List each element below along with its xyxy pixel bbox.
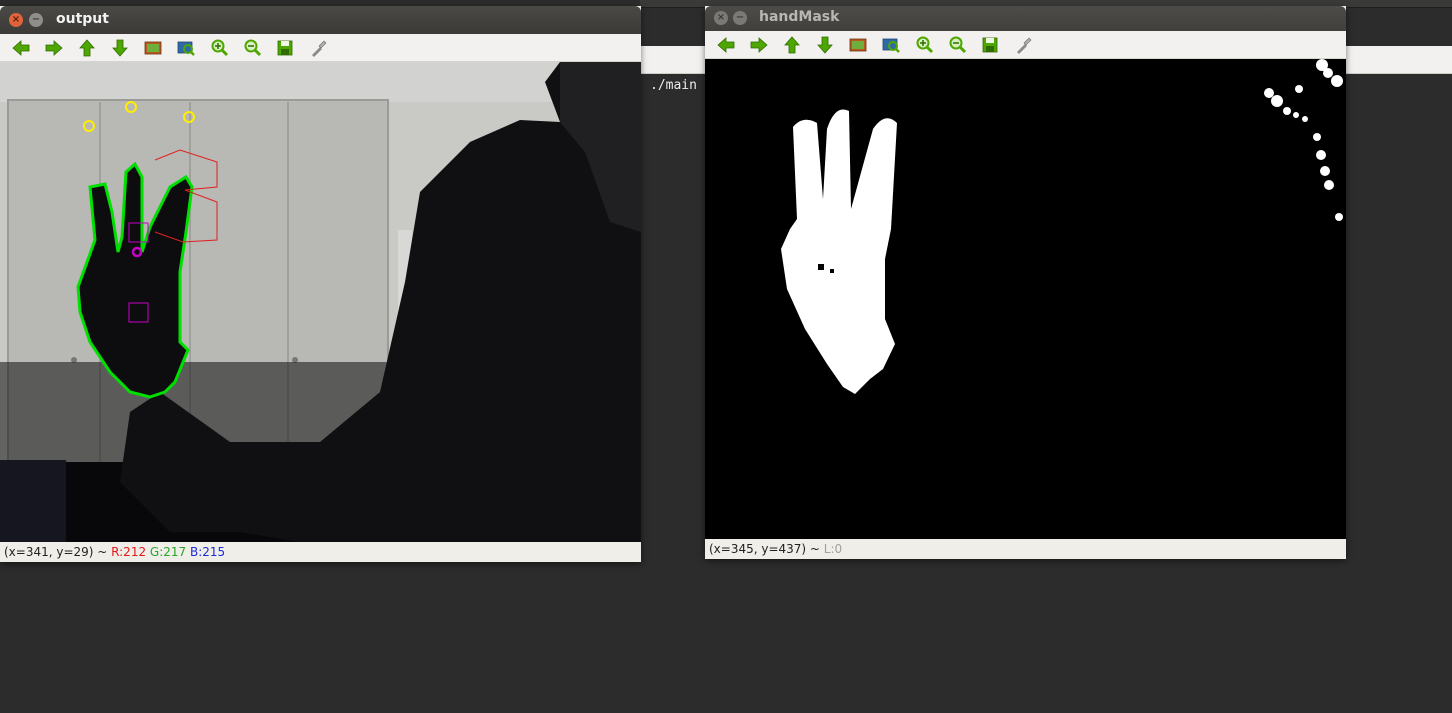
zoom-fit-icon[interactable] bbox=[173, 37, 199, 59]
arrow-up-icon[interactable] bbox=[779, 34, 805, 56]
terminal-command: ./main bbox=[650, 78, 697, 93]
window-title: handMask bbox=[759, 9, 840, 25]
output-image-canvas[interactable] bbox=[0, 62, 641, 542]
cursor-coords: (x=345, y=437) ~ bbox=[709, 542, 824, 556]
handmask-toolbar bbox=[705, 31, 1346, 59]
save-icon[interactable] bbox=[977, 34, 1003, 56]
zoom-out-icon[interactable] bbox=[944, 34, 970, 56]
green-value: G:217 bbox=[149, 545, 187, 559]
output-toolbar bbox=[0, 34, 641, 62]
minimize-icon[interactable]: − bbox=[733, 11, 747, 25]
handmask-titlebar[interactable]: × − handMask bbox=[705, 6, 1346, 31]
zoom-in-icon[interactable] bbox=[206, 37, 232, 59]
zoom-out-icon[interactable] bbox=[239, 37, 265, 59]
close-icon[interactable]: × bbox=[9, 13, 23, 27]
zoom-in-icon[interactable] bbox=[911, 34, 937, 56]
luminance-value: L:0 bbox=[823, 542, 843, 556]
output-titlebar[interactable]: × − output bbox=[0, 6, 641, 34]
arrow-right-icon[interactable] bbox=[41, 37, 67, 59]
image-icon[interactable] bbox=[845, 34, 871, 56]
red-value: R:212 bbox=[111, 545, 147, 559]
arrow-down-icon[interactable] bbox=[107, 37, 133, 59]
zoom-fit-icon[interactable] bbox=[878, 34, 904, 56]
output-window: × − output (x=341, y=29) ~ R:212 G:217 B… bbox=[0, 6, 641, 562]
arrow-left-icon[interactable] bbox=[8, 37, 34, 59]
arrow-left-icon[interactable] bbox=[713, 34, 739, 56]
camera-frame bbox=[0, 62, 641, 542]
blue-value: B:215 bbox=[190, 545, 226, 559]
close-icon[interactable]: × bbox=[714, 11, 728, 25]
window-title: output bbox=[56, 11, 109, 27]
properties-icon[interactable] bbox=[1010, 34, 1036, 56]
handmask-image-canvas[interactable] bbox=[705, 59, 1346, 539]
arrow-down-icon[interactable] bbox=[812, 34, 838, 56]
arrow-up-icon[interactable] bbox=[74, 37, 100, 59]
properties-icon[interactable] bbox=[305, 37, 331, 59]
binary-mask bbox=[705, 59, 1346, 539]
arrow-right-icon[interactable] bbox=[746, 34, 772, 56]
cursor-coords: (x=341, y=29) ~ bbox=[4, 545, 112, 559]
handmask-window: × − handMask (x=345, y=437) ~ L:0 bbox=[705, 6, 1346, 559]
save-icon[interactable] bbox=[272, 37, 298, 59]
image-icon[interactable] bbox=[140, 37, 166, 59]
minimize-icon[interactable]: − bbox=[29, 13, 43, 27]
output-statusbar: (x=341, y=29) ~ R:212 G:217 B:215 bbox=[0, 542, 641, 562]
handmask-statusbar: (x=345, y=437) ~ L:0 bbox=[705, 539, 1346, 559]
